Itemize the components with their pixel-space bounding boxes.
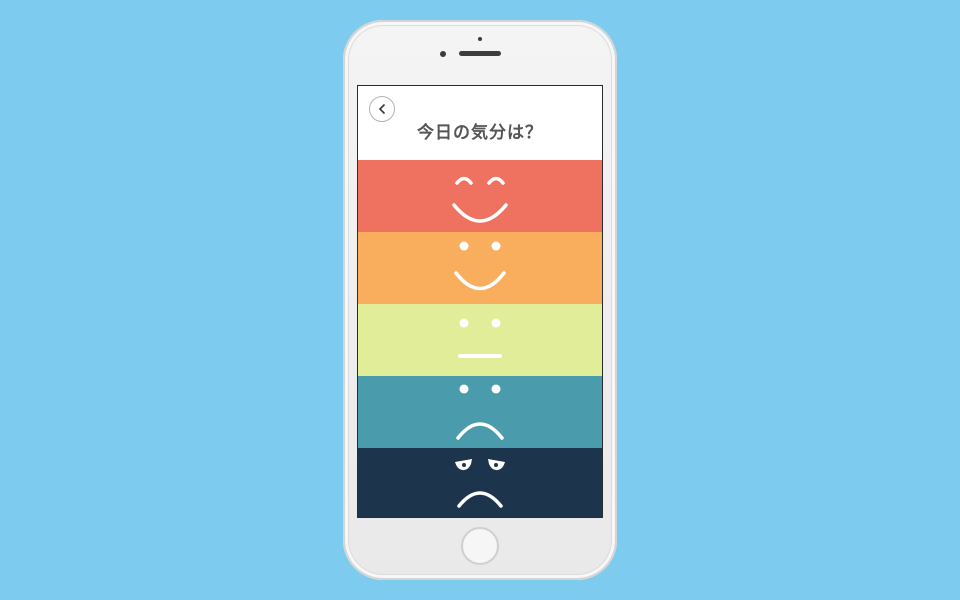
front-camera <box>440 51 446 57</box>
happy-face-icon <box>454 241 506 291</box>
mood-option-happy[interactable] <box>358 232 602 304</box>
header: 今日の気分は？ <box>358 86 602 160</box>
proximity-sensor <box>478 37 482 41</box>
phone-screen: 今日の気分は？ <box>357 85 603 518</box>
home-button[interactable] <box>461 527 499 565</box>
sad-face-icon <box>456 384 504 440</box>
neutral-face-icon <box>458 318 502 358</box>
page-title: 今日の気分は？ <box>417 123 543 143</box>
mood-option-neutral[interactable] <box>358 304 602 376</box>
mood-option-sad[interactable] <box>358 376 602 448</box>
mood-option-very-happy[interactable] <box>358 160 602 232</box>
earpiece-speaker <box>459 51 501 56</box>
very-sad-face-icon <box>455 459 505 508</box>
very-happy-face-icon <box>452 176 508 223</box>
mood-option-very-sad[interactable] <box>358 448 602 517</box>
